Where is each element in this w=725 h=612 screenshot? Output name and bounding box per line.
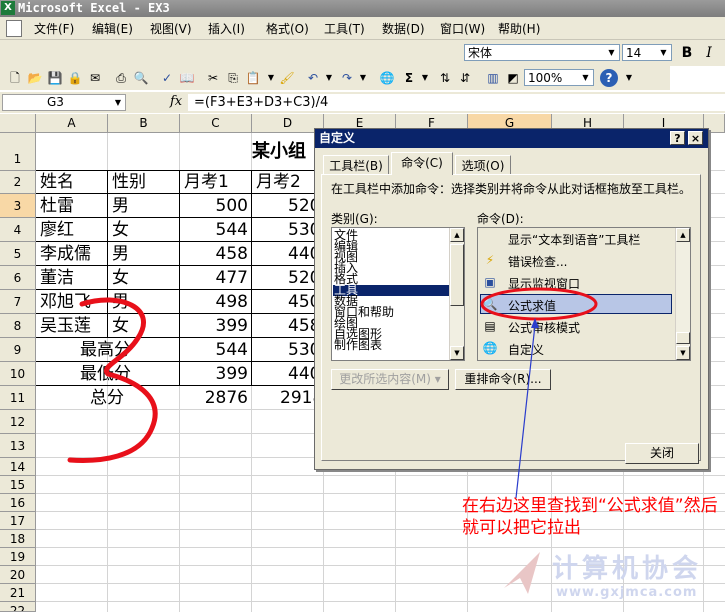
watermark-logo-icon [504,552,540,594]
tab-commands[interactable]: 命令(C) [391,152,453,175]
watermark-text: 计算机协会 [552,554,703,584]
watermark-url: www.gxjmca.com [556,585,698,600]
annotation-text: 在右边这里查找到“公式求值”然后就可以把它拉出 [462,496,718,538]
